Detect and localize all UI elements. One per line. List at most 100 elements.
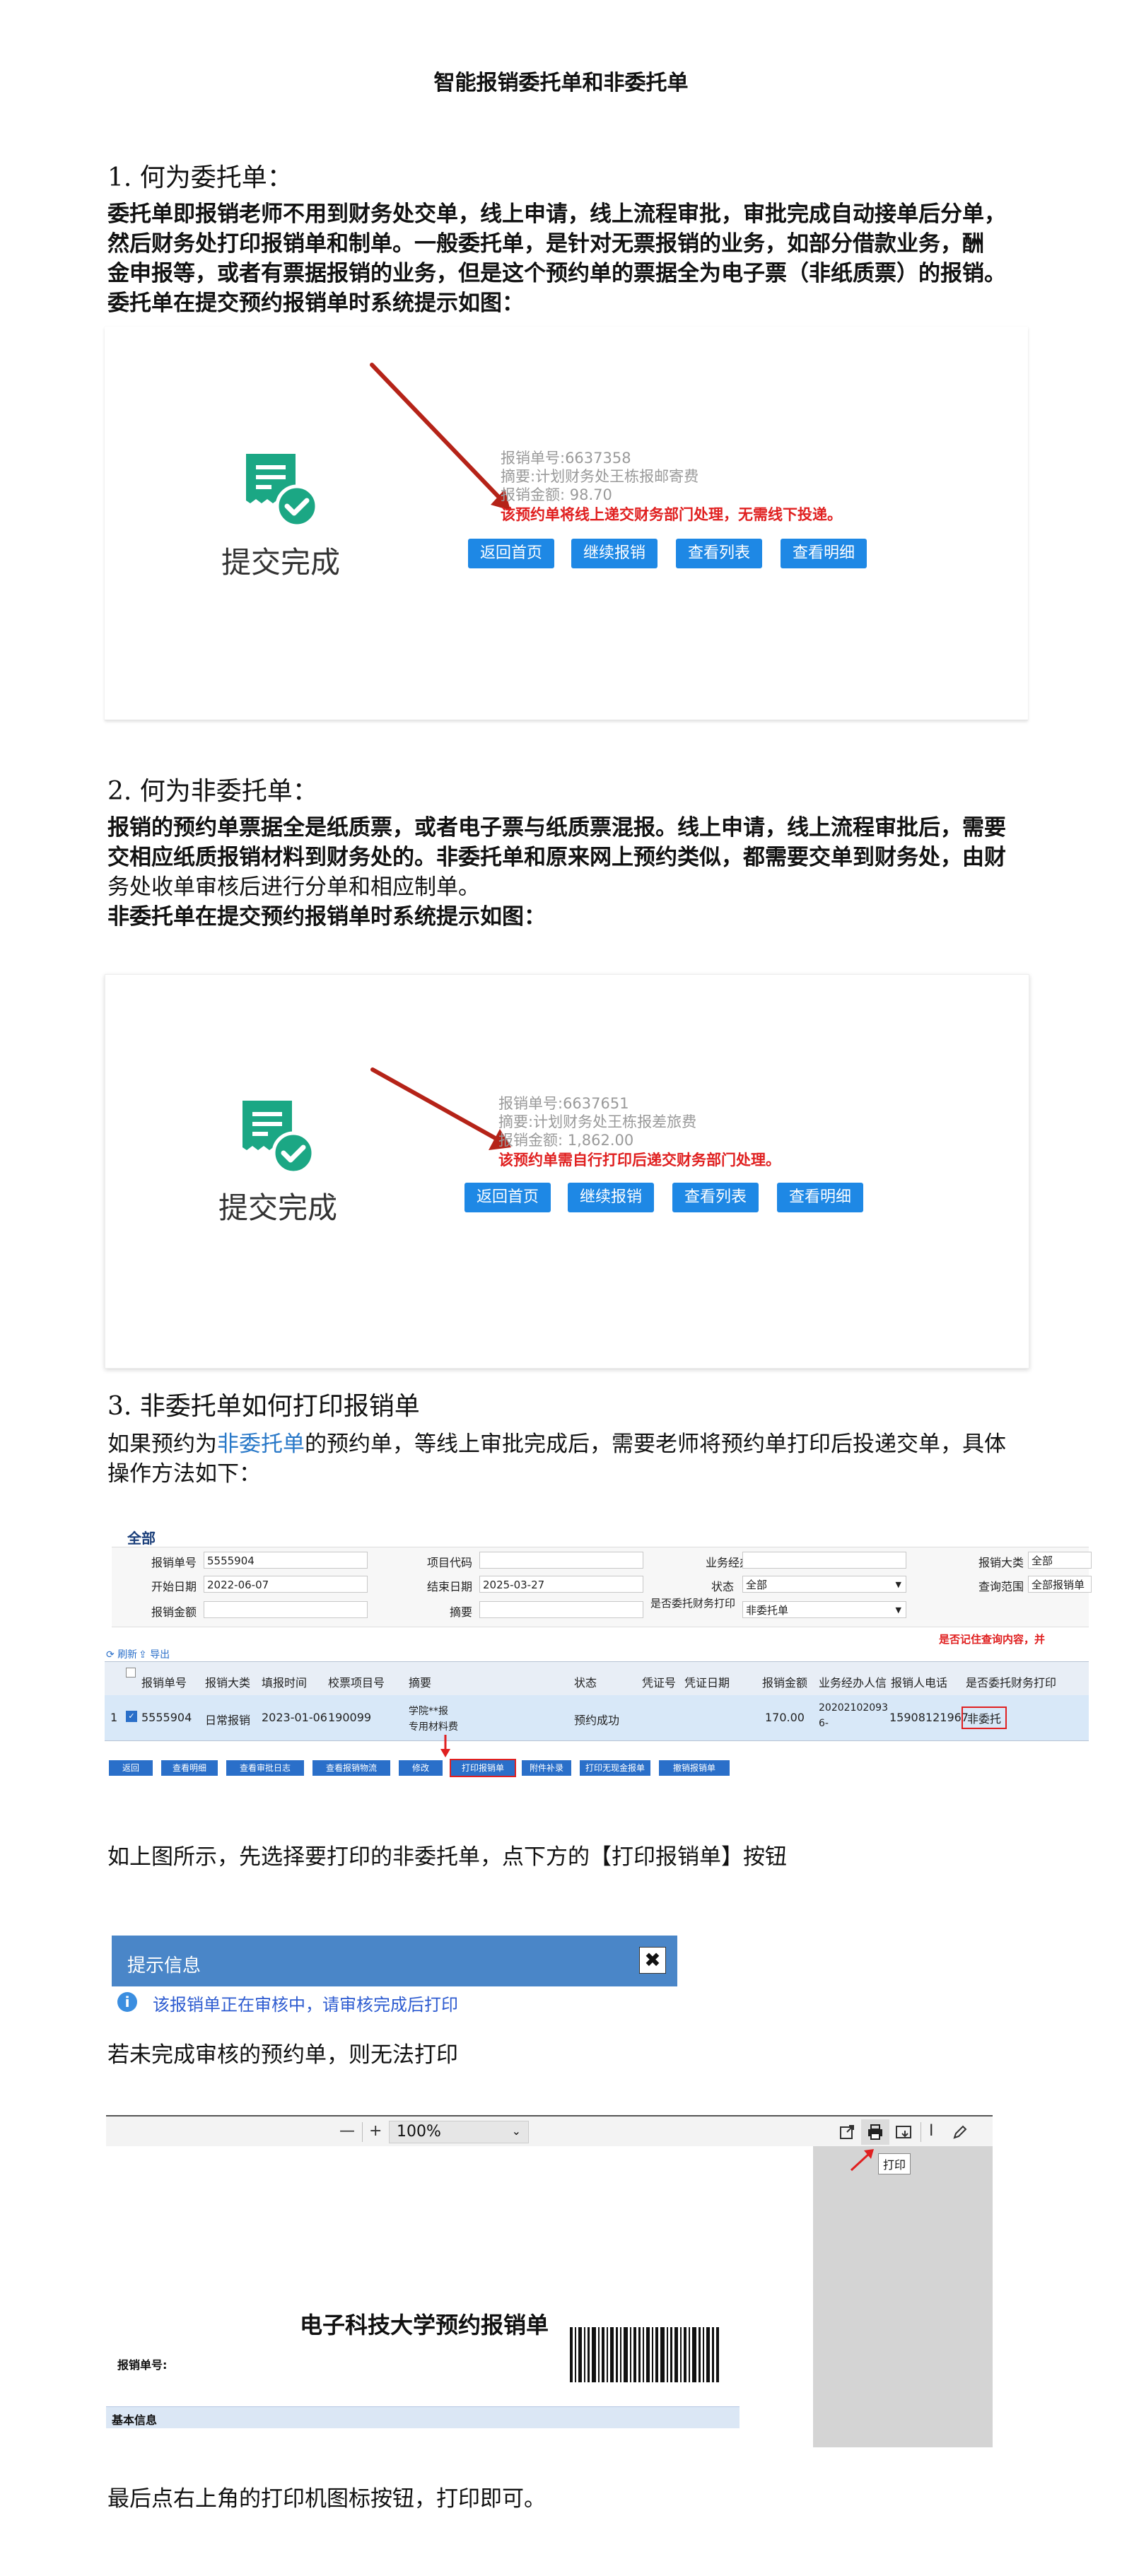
cell-status: 预约成功	[574, 1714, 620, 1727]
back-home-button[interactable]: 返回首页	[464, 1183, 551, 1212]
non-entrusted-link[interactable]: 非委托单	[217, 1432, 305, 1457]
bill-amount: 报销金额: 1,862.00	[498, 1132, 634, 1149]
section2-line: 务处收单审核后进行分单和相应制单。	[107, 874, 480, 900]
submit-complete-label: 提交完成	[218, 1190, 338, 1225]
view-list-button[interactable]: 查看列表	[676, 539, 762, 568]
cell-date: 2023-01-06	[262, 1711, 327, 1724]
row-index: 1	[110, 1711, 118, 1724]
red-arrow-icon	[440, 1735, 450, 1757]
column-header: 状态	[574, 1676, 597, 1690]
view-detail-button[interactable]: 查看明细	[777, 1183, 863, 1212]
section3-text: 操作方法如下：	[107, 1461, 261, 1487]
label-entrust-print: 是否委托财务打印	[650, 1597, 735, 1610]
submit-warning: 该预约单需自行打印后递交财务部门处理。	[498, 1152, 781, 1169]
save-icon[interactable]	[895, 2124, 913, 2141]
print-button-highlight[interactable]	[861, 2119, 889, 2145]
query-range-select[interactable]: 全部报销单	[1028, 1576, 1092, 1593]
section2-line: 交相应纸质报销材料到财务处的。非委托单和原来网上预约类似，都需要交单到财务处，由…	[107, 845, 1006, 870]
select-all-checkbox[interactable]	[126, 1668, 136, 1678]
receipt-check-icon	[242, 1101, 315, 1175]
zoom-in-icon[interactable]: +	[369, 2122, 382, 2140]
view-list-button[interactable]: 查看列表	[672, 1183, 759, 1212]
column-header: 凭证日期	[684, 1676, 730, 1690]
tab-all[interactable]: 全部	[127, 1527, 156, 1547]
end-date-input[interactable]: 2025-03-27	[479, 1576, 643, 1593]
summary-input[interactable]	[479, 1601, 643, 1618]
close-icon[interactable]: ✖	[639, 1947, 666, 1974]
reimbursement-list-screenshot: 全部 报销单号 5555904 项目代码 业务经办人 报销大类 全部 开始日期 …	[105, 1527, 1092, 1796]
continue-reimburse-button[interactable]: 继续报销	[571, 539, 658, 568]
pdf-viewer-screenshot: — + 100% ⌄ I 打印 电子科技大学预约报销单 报销单号: 基本信息	[106, 2115, 993, 2447]
category-select[interactable]: 全部	[1028, 1552, 1092, 1569]
section1-heading: 1. 何为委托单：	[107, 163, 293, 192]
table-header: 报销单号 报销大类 填报时间 校票项目号 摘要 状态 凭证号 凭证日期 报销金额…	[105, 1661, 1089, 1697]
export-label: 导出	[150, 1649, 170, 1661]
pdf-document-title: 电子科技大学预约报销单	[300, 2312, 549, 2338]
submit-complete-label: 提交完成	[221, 545, 341, 580]
section2-line: 报销的预约单票据全是纸质票，或者电子票与纸质票混报。线上申请，线上流程审批后，需…	[107, 815, 1006, 841]
label-query-range: 查询范围	[978, 1580, 1024, 1593]
document-title: 智能报销委托单和非委托单	[433, 71, 689, 95]
status-select[interactable]: 全部 ▼	[742, 1576, 906, 1593]
cancel-bill-button[interactable]: 撤销报销单	[659, 1760, 730, 1776]
project-code-input[interactable]	[479, 1552, 643, 1569]
label-amount: 报销金额	[151, 1605, 197, 1619]
dialog-title: 提示信息	[127, 1955, 201, 1977]
pdf-toolbar: — + 100% ⌄ I	[106, 2115, 993, 2148]
cell-category: 日常报销	[205, 1714, 251, 1727]
label-project-code: 项目代码	[426, 1556, 472, 1569]
continue-reimburse-button[interactable]: 继续报销	[568, 1183, 654, 1212]
column-header: 校票项目号	[328, 1676, 385, 1690]
section3-paragraph: 如果预约为非委托单的预约单，等线上审批完成后，需要老师将预约单打印后投递交单，具…	[107, 1429, 1027, 1489]
amount-input[interactable]	[204, 1601, 368, 1618]
section2-paragraph: 报销的预约单票据全是纸质票，或者电子票与纸质票混报。线上申请，线上流程审批后，需…	[107, 813, 1027, 932]
table-row[interactable]: 1 ✓ 5555904 日常报销 2023-01-06 190099 学院**报…	[105, 1695, 1089, 1741]
entrust-select[interactable]: 非委托单 ▼	[742, 1601, 906, 1618]
zoom-out-icon[interactable]: —	[339, 2122, 355, 2140]
section2-line: 非委托单在提交预约报销单时系统提示如图：	[107, 904, 546, 930]
text-cursor-icon[interactable]: I	[929, 2122, 934, 2140]
back-home-button[interactable]: 返回首页	[468, 539, 554, 568]
label-bill-no: 报销单号	[151, 1556, 197, 1569]
cell-bill-no: 5555904	[141, 1711, 192, 1724]
zoom-select[interactable]: 100% ⌄	[389, 2121, 529, 2143]
column-header: 业务经办人信	[819, 1676, 887, 1690]
label-summary: 摘要	[449, 1605, 472, 1619]
row-checkbox[interactable]: ✓	[126, 1711, 137, 1722]
chevron-down-icon: ▼	[895, 1580, 901, 1589]
view-logistics-button[interactable]: 查看报销物流	[312, 1760, 390, 1776]
view-detail-button[interactable]: 查看明细	[781, 539, 867, 568]
entrust-select-value: 非委托单	[746, 1604, 789, 1617]
print-bill-button[interactable]: 打印报销单	[450, 1759, 516, 1777]
export-button[interactable]: ⇪ 导出	[139, 1647, 170, 1661]
print-cashless-button[interactable]: 打印无现金报单	[580, 1760, 650, 1776]
edit-button[interactable]: 修改	[399, 1760, 443, 1776]
view-detail-button[interactable]: 查看明细	[161, 1760, 218, 1776]
pen-icon[interactable]	[952, 2124, 969, 2141]
notice-dialog-titlebar: 提示信息 ✖	[112, 1936, 677, 1986]
back-button[interactable]: 返回	[109, 1760, 153, 1776]
open-external-icon[interactable]	[838, 2124, 855, 2141]
start-date-input[interactable]: 2022-06-07	[204, 1576, 368, 1593]
section1-line: 金申报等，或者有票据报销的业务，但是这个预约单的票据全为电子票（非纸质票）的报销…	[107, 261, 1006, 286]
chevron-down-icon: ▼	[895, 1605, 901, 1615]
print-tooltip: 打印	[878, 2153, 911, 2174]
printer-icon[interactable]	[867, 2124, 884, 2141]
bill-no-input[interactable]: 5555904	[204, 1552, 368, 1569]
pdf-side-panel	[813, 2146, 993, 2447]
red-arrow-icon	[370, 363, 510, 510]
submit-complete-screenshot-entrusted: 提交完成 报销单号:6637358 摘要:计划财务处王栋报邮寄费 报销金额: 9…	[105, 327, 1028, 720]
column-header: 凭证号	[642, 1676, 677, 1690]
view-approval-log-button[interactable]: 查看审批日志	[226, 1760, 304, 1776]
refresh-button[interactable]: ⟳ 刷新	[106, 1647, 137, 1661]
receipt-check-icon	[246, 454, 319, 528]
attachment-supplement-button[interactable]: 附件补录	[522, 1760, 571, 1776]
section3-text: 的预约单，等线上审批完成后，需要老师将预约单打印后投递交单，具体	[305, 1432, 1006, 1457]
status-select-value: 全部	[746, 1579, 768, 1591]
notice-dialog-body: i 该报销单正在审核中，请审核完成后打印	[112, 1986, 677, 2022]
label-status: 状态	[711, 1580, 734, 1593]
dialog-message: 该报销单正在审核中，请审核完成后打印	[153, 1995, 458, 2015]
label-category: 报销大类	[978, 1556, 1024, 1569]
search-panel: 报销单号 5555904 项目代码 业务经办人 报销大类 全部 开始日期 202…	[112, 1547, 1092, 1627]
agent-input[interactable]	[742, 1552, 906, 1569]
